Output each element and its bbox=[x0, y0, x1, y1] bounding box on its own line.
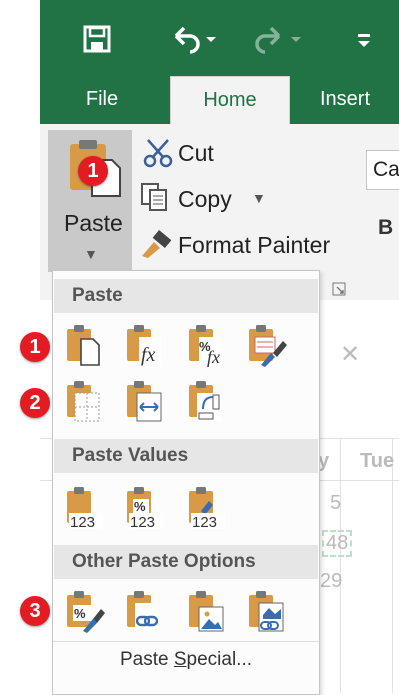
svg-text:%: % bbox=[134, 499, 146, 514]
paste-label: Paste bbox=[64, 210, 123, 236]
svg-text:%: % bbox=[74, 606, 86, 621]
svg-text:fx: fx bbox=[141, 344, 156, 366]
svg-text:123: 123 bbox=[70, 514, 95, 529]
paste-icon[interactable] bbox=[65, 323, 105, 367]
paste-dropdown-arrow[interactable]: ▼ bbox=[84, 246, 98, 262]
paste-keep-source-formatting-icon[interactable] bbox=[247, 323, 287, 367]
menu-divider bbox=[53, 641, 319, 642]
tab-insert[interactable]: Insert bbox=[300, 76, 390, 124]
redo-icon[interactable] bbox=[255, 24, 305, 54]
cell-value: 29 bbox=[320, 570, 343, 592]
step-marker-2-row: 2 bbox=[20, 388, 50, 418]
paste-picture-icon[interactable] bbox=[187, 589, 227, 633]
paste-transpose-icon[interactable] bbox=[187, 379, 227, 423]
section-paste: Paste bbox=[54, 279, 318, 313]
paste-values-number-formatting-icon[interactable]: % 123 bbox=[125, 485, 165, 531]
step-marker-1-row: 1 bbox=[20, 332, 50, 362]
paste-keep-column-widths-icon[interactable] bbox=[125, 379, 165, 423]
section-paste-values: Paste Values bbox=[54, 439, 318, 473]
copy-icon bbox=[140, 182, 172, 212]
copy-button[interactable]: Copy bbox=[178, 186, 232, 213]
tab-home[interactable]: Home bbox=[170, 76, 290, 125]
paste-menu: Paste fx % fx Paste Values 123 % 123 123 O… bbox=[52, 270, 320, 695]
scissors-icon bbox=[142, 138, 174, 168]
cell-value: 5 bbox=[330, 492, 342, 514]
font-name-box[interactable]: Ca bbox=[366, 150, 399, 190]
paste-no-borders-icon[interactable] bbox=[65, 379, 105, 423]
tab-file[interactable]: File bbox=[66, 76, 138, 124]
copy-dropdown-arrow[interactable]: ▼ bbox=[252, 190, 266, 206]
clipboard-launcher-icon[interactable] bbox=[332, 282, 346, 296]
svg-text:123: 123 bbox=[192, 514, 217, 529]
undo-icon[interactable] bbox=[168, 24, 218, 54]
format-painter-icon bbox=[140, 228, 174, 258]
paste-values-source-formatting-icon[interactable]: 123 bbox=[187, 485, 227, 531]
save-icon[interactable] bbox=[82, 24, 112, 54]
paste-formulas-icon[interactable]: fx bbox=[125, 323, 165, 367]
paste-special-menu-item[interactable]: Paste Special... bbox=[53, 649, 319, 671]
paste-formatting-icon[interactable]: % bbox=[65, 589, 105, 633]
customize-qat-icon[interactable] bbox=[354, 30, 374, 50]
sheet-close-icon: ✕ bbox=[340, 341, 361, 368]
font-name-value: Ca bbox=[373, 158, 399, 181]
paste-special-accelerator: S bbox=[173, 649, 187, 670]
format-painter-button[interactable]: Format Painter bbox=[178, 232, 330, 259]
paste-special-text: Paste bbox=[119, 649, 174, 670]
cut-button[interactable]: Cut bbox=[178, 140, 214, 167]
svg-text:fx: fx bbox=[207, 347, 220, 367]
paste-linked-picture-icon[interactable] bbox=[247, 589, 287, 633]
paste-values-icon[interactable]: 123 bbox=[65, 485, 105, 531]
column-header-partial-2: Tue bbox=[360, 450, 395, 472]
section-other-paste-options: Other Paste Options bbox=[54, 545, 318, 579]
paste-link-icon[interactable] bbox=[125, 589, 165, 633]
svg-text:123: 123 bbox=[130, 514, 155, 529]
paste-formulas-number-formatting-icon[interactable]: % fx bbox=[187, 323, 227, 367]
bold-button[interactable]: B bbox=[378, 216, 393, 240]
step-marker-3-row: 3 bbox=[20, 596, 50, 626]
paste-special-text-suffix: pecial... bbox=[186, 649, 253, 670]
cell-value: 48 bbox=[322, 530, 353, 557]
step-marker-1-paste-button: 1 bbox=[78, 156, 108, 186]
